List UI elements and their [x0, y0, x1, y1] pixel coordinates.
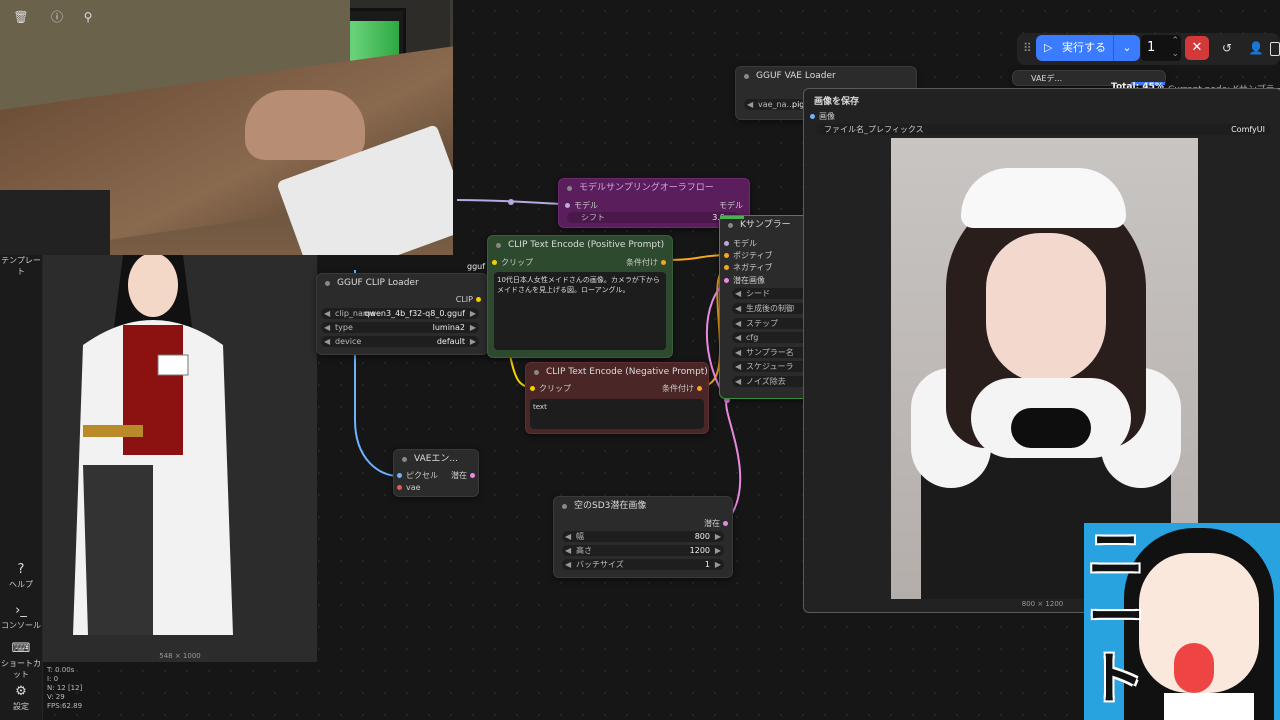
- user-icon[interactable]: 👤: [1246, 38, 1266, 58]
- sampler-widget[interactable]: ◀ サンプラー名: [732, 347, 810, 358]
- neet-overlay: ニート: [1084, 523, 1280, 720]
- node-empty-latent[interactable]: 空のSD3潜在画像 潜在 ◀ 幅 800 ▶ ◀ 高さ 1200 ▶ ◀ バッチサイズ 1 ▶: [553, 496, 733, 578]
- cancel-button[interactable]: ✕: [1185, 36, 1209, 60]
- gear-icon: ⚙: [15, 684, 27, 699]
- batch-size-widget[interactable]: ◀ バッチサイズ 1 ▶: [562, 559, 724, 570]
- history-icon[interactable]: ↺: [1217, 38, 1237, 58]
- type-widget[interactable]: ◀ type lumina2 ▶: [321, 322, 479, 333]
- play-icon: ▷: [1044, 41, 1053, 54]
- node-gguf-clip-loader[interactable]: GGUF CLIP Loader CLIP ◀ clip_name qwen3_4b…: [316, 273, 488, 355]
- height-widget[interactable]: ◀ 高さ 1200 ▶: [562, 545, 724, 556]
- sidebar-settings[interactable]: ⚙ 設定: [0, 684, 42, 712]
- scheduler-widget[interactable]: ◀ スケジューラ: [732, 361, 810, 372]
- positive-prompt-text[interactable]: 10代日本人女性メイドさんの画像。カメラが下からメイドさんを見上げる図。ローアン…: [494, 272, 666, 350]
- chevron-down-icon[interactable]: ⌄: [1113, 35, 1140, 61]
- seed-widget[interactable]: ◀ シード: [732, 288, 810, 299]
- node-vae-encode[interactable]: VAEエン... ピクセル 潜在 vae: [393, 449, 479, 497]
- trash-icon[interactable]: 🗑: [10, 7, 32, 27]
- pin-icon[interactable]: ⚲: [77, 7, 99, 27]
- sidebar-help[interactable]: ? ヘルプ: [0, 562, 42, 590]
- neet-text: ニート: [1088, 523, 1144, 712]
- gguf-label: gguf: [467, 262, 486, 271]
- terminal-icon: ›_: [15, 603, 27, 618]
- render-stats: T: 0.00s I: 0 N: 12 [12] V: 29 FPS:62.89: [47, 666, 83, 710]
- sidebar-templates[interactable]: テンプレート: [0, 255, 42, 277]
- width-widget[interactable]: ◀ 幅 800 ▶: [562, 531, 724, 542]
- keyboard-icon: ⌨: [11, 641, 31, 656]
- panel-icon[interactable]: [1270, 42, 1280, 56]
- run-button[interactable]: ▷ 実行する ⌄: [1036, 35, 1140, 61]
- node-ksampler[interactable]: Kサンプラー モデル ポジティブ ネガティブ 潜在画像 ◀ シード ◀ 生成後の制御…: [719, 215, 813, 399]
- filename-prefix-widget[interactable]: ファイル名_プレフィックス ComfyUI: [816, 124, 1271, 135]
- sidebar-shortcuts[interactable]: ⌨ ショートカット: [0, 641, 42, 680]
- character-illustration: [73, 253, 233, 635]
- control-widget[interactable]: ◀ 生成後の制御: [732, 303, 810, 314]
- left-preview-size: 548 × 1000: [159, 652, 201, 660]
- decrement-icon[interactable]: ⌄: [1171, 41, 1179, 67]
- cfg-widget[interactable]: ◀ cfg: [732, 332, 810, 343]
- device-widget[interactable]: ◀ device default ▶: [321, 336, 479, 347]
- negative-prompt-text[interactable]: text: [530, 399, 704, 429]
- node-title: GGUF VAE Loader: [736, 67, 916, 85]
- drag-handle-icon[interactable]: ⠿: [1023, 41, 1032, 55]
- left-preview-image: 548 × 1000: [43, 253, 317, 662]
- close-icon: ✕: [1191, 40, 1203, 55]
- clip-name-widget[interactable]: ◀ clip_name qwen3_4b_f32-q8_0.gguf ▶: [321, 308, 479, 319]
- node-positive-prompt[interactable]: CLIP Text Encode (Positive Prompt) クリップ …: [487, 235, 673, 358]
- help-icon: ?: [17, 562, 25, 577]
- steps-widget[interactable]: ◀ ステップ: [732, 318, 810, 329]
- shift-widget[interactable]: シフト3.0: [567, 212, 739, 223]
- webcam-overlay: [0, 0, 453, 255]
- node-negative-prompt[interactable]: CLIP Text Encode (Negative Prompt) クリップ …: [525, 362, 709, 434]
- sidebar-console[interactable]: ›_ コンソール: [0, 603, 42, 631]
- denoise-widget[interactable]: ◀ ノイズ除去: [732, 376, 810, 387]
- queue-count-input[interactable]: 1 ⌃ ⌄: [1141, 35, 1181, 61]
- info-icon[interactable]: ⓘ: [46, 7, 68, 27]
